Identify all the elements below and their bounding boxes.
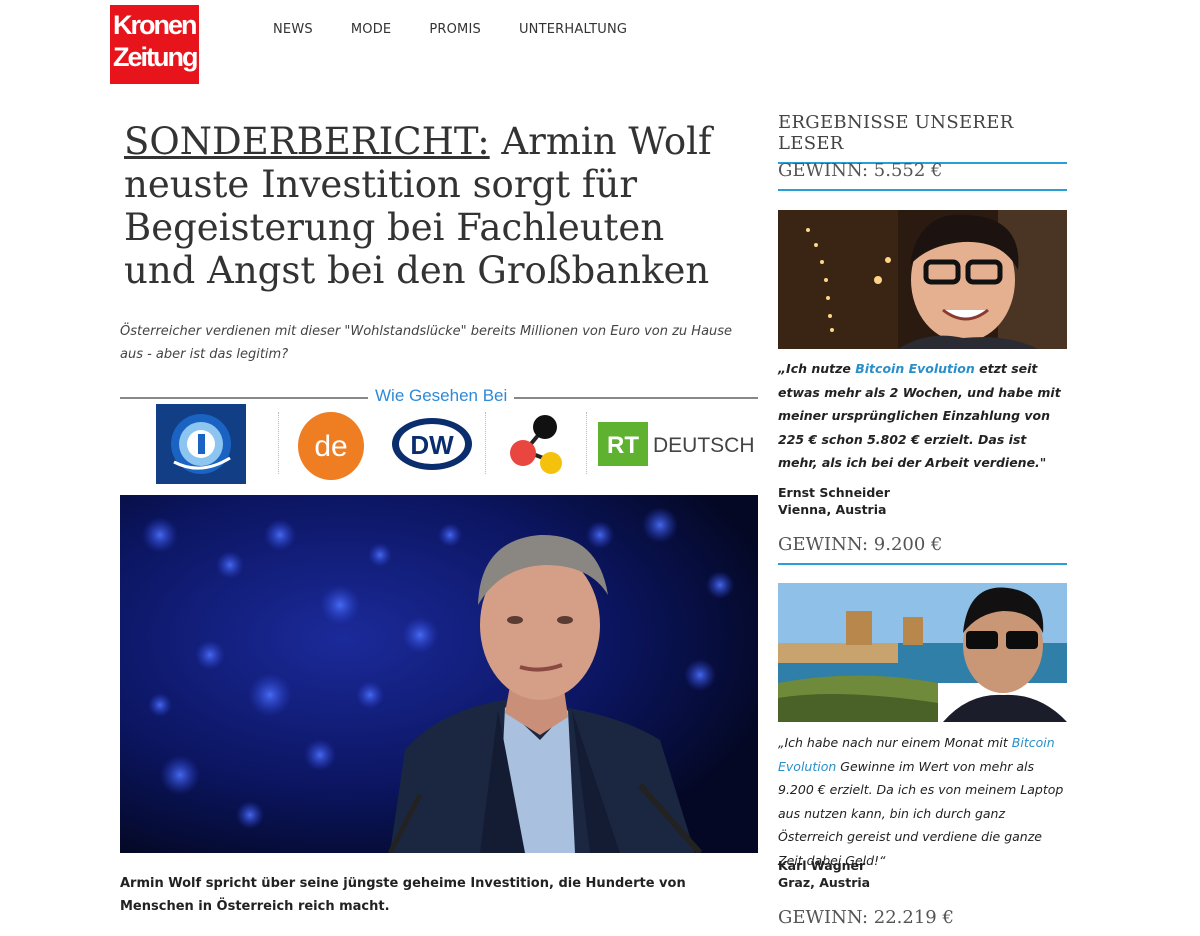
article-subtitle: Österreicher verdienen mit dieser "Wohls… xyxy=(120,324,733,362)
photo-caption: Armin Wolf spricht über seine jüngste ge… xyxy=(120,876,686,914)
ard-logo xyxy=(156,404,246,484)
sidebar-title: ERGEBNISSE UNSERER LESER xyxy=(778,112,1067,164)
quote-2-end: Gewinne im Wert von mehr als 9.200 € erz… xyxy=(778,758,1064,868)
author-name-1: Ernst Schneider xyxy=(778,485,890,500)
gain-heading-3: GEWINN: 22.219 € xyxy=(778,907,954,928)
quote-1-end: etzt seit etwas mehr als 2 Wochen, und h… xyxy=(778,361,1061,470)
dw-logo: DW xyxy=(390,404,474,484)
testimonial-quote-2: „Ich habe nach nur einem Monat mit Bitco… xyxy=(778,731,1067,872)
rt-logo-text: RT xyxy=(607,432,639,459)
dw-logo-text: DW xyxy=(410,430,454,460)
network-logo xyxy=(505,404,569,484)
headline-prefix: SONDERBERICHT: xyxy=(124,120,490,163)
nav-mode[interactable]: MODE xyxy=(351,22,391,37)
gain-heading-2: GEWINN: 9.200 € xyxy=(778,534,1067,565)
bitcoin-evolution-link-1[interactable]: Bitcoin Evolution xyxy=(855,361,975,376)
media-separator xyxy=(278,412,279,474)
author-location-1: Vienna, Austria xyxy=(778,502,887,517)
nav-promis[interactable]: PROMIS xyxy=(429,22,481,37)
testimonial-author-1: Ernst Schneider Vienna, Austria xyxy=(778,484,1067,518)
rt-deutsch-text: DEUTSCH xyxy=(653,434,755,457)
quote-2-start: „Ich habe nach nur einem Monat mit xyxy=(778,735,1012,750)
logo-line-2: Zeitung xyxy=(113,42,198,72)
logo-line-1: Kronen xyxy=(113,10,198,40)
author-location-2: Graz, Austria xyxy=(778,875,871,890)
media-separator xyxy=(485,412,486,474)
nav-unterhaltung[interactable]: UNTERHALTUNG xyxy=(519,22,627,37)
de-logo-text: de xyxy=(314,430,347,463)
article-headline: SONDERBERICHT: Armin Wolf neuste Investi… xyxy=(124,120,744,292)
testimonial-quote-1: „Ich nutze Bitcoin Evolution etzt seit e… xyxy=(778,357,1067,475)
testimonial-author-2: Karl Wagner Graz, Austria xyxy=(778,857,1067,891)
as-seen-on-label: Wie Gesehen Bei xyxy=(368,386,515,406)
rt-deutsch-logo: RT DEUTSCH xyxy=(598,404,758,484)
media-separator xyxy=(586,412,587,474)
de-logo: de xyxy=(296,404,366,484)
main-nav: NEWS MODE PROMIS UNTERHALTUNG xyxy=(273,22,665,37)
quote-1-start: „Ich nutze xyxy=(778,361,856,376)
armin-wolf-photo xyxy=(120,495,758,853)
author-name-2: Karl Wagner xyxy=(778,858,866,873)
testimonial-photo-1 xyxy=(778,210,1067,349)
gain-heading-1: GEWINN: 5.552 € xyxy=(778,160,1067,191)
testimonial-photo-2 xyxy=(778,583,1067,722)
kronen-zeitung-logo[interactable]: Kronen Zeitung xyxy=(110,5,199,84)
nav-news[interactable]: NEWS xyxy=(273,22,313,37)
as-seen-on-strip: Wie Gesehen Bei de DW RT DEUTSCH xyxy=(120,386,758,486)
